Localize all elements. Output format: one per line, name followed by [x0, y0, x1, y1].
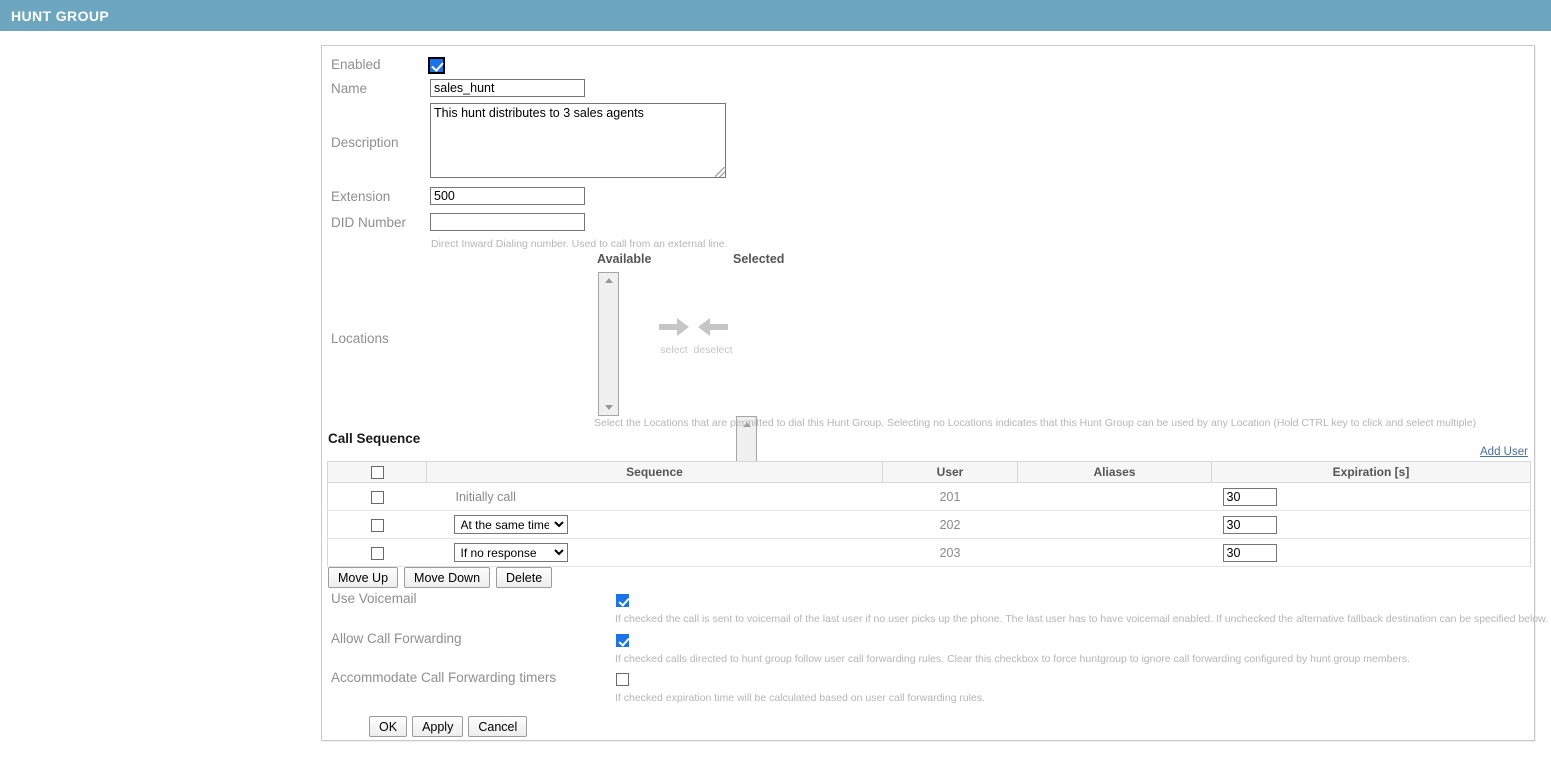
- row-user-cell: 203: [882, 538, 1018, 567]
- row-expiration-cell: [1211, 510, 1531, 539]
- header-aliases: Aliases: [1017, 461, 1212, 483]
- description-wrapper: This hunt distributes to 3 sales agents: [430, 103, 726, 178]
- row-sequence-cell: At the same time: [426, 510, 883, 539]
- description-label: Description: [331, 135, 399, 150]
- extension-label: Extension: [331, 189, 391, 204]
- row-select-cell: [327, 538, 427, 567]
- row-aliases-cell: [1017, 538, 1212, 567]
- locations-label: Locations: [331, 331, 389, 346]
- table-header-row: Sequence User Aliases Expiration [s]: [327, 461, 1531, 483]
- deselect-caption: deselect: [693, 344, 733, 356]
- window-titlebar: HUNT GROUP: [0, 0, 1551, 31]
- row-sequence-cell: If no response: [426, 538, 883, 567]
- move-up-button[interactable]: Move Up: [328, 567, 399, 588]
- locations-help: Select the Locations that are permitted …: [594, 417, 1477, 429]
- extension-input[interactable]: [430, 187, 585, 205]
- accommodate-cf-timers-checkbox[interactable]: [616, 671, 629, 689]
- enabled-label: Enabled: [331, 57, 381, 72]
- available-locations-listbox[interactable]: [598, 272, 619, 416]
- name-label: Name: [331, 81, 368, 96]
- apply-button[interactable]: Apply: [412, 716, 464, 737]
- row-select-cell: [327, 510, 427, 539]
- allow-call-forwarding-help: If checked calls directed to hunt group …: [615, 653, 1410, 665]
- table-row: If no response 203: [327, 538, 1531, 567]
- use-voicemail-label: Use Voicemail: [331, 591, 417, 606]
- header-sequence: Sequence: [426, 461, 883, 483]
- footer-buttons: OK Apply Cancel: [369, 716, 528, 737]
- did-number-help: Direct Inward Dialing number. Used to ca…: [431, 238, 728, 250]
- header-select-all: [327, 461, 427, 483]
- deselect-button[interactable]: deselect: [692, 314, 734, 356]
- textarea-resize-handle[interactable]: [715, 167, 725, 177]
- select-all-checkbox[interactable]: [370, 466, 384, 480]
- use-voicemail-checkbox-box: [616, 594, 629, 608]
- delete-button[interactable]: Delete: [496, 567, 553, 588]
- arrow-right-icon: [653, 314, 695, 345]
- row-select-cell: [327, 482, 427, 511]
- select-button[interactable]: select: [653, 314, 695, 356]
- did-number-label: DID Number: [331, 215, 407, 230]
- accommodate-cf-timers-checkbox-box: [616, 673, 629, 687]
- call-sequence-table: Sequence User Aliases Expiration [s] Ini…: [327, 461, 1531, 567]
- table-row: At the same time 202: [327, 510, 1531, 539]
- use-voicemail-help: If checked the call is sent to voicemail…: [615, 613, 1549, 625]
- accommodate-cf-timers-help: If checked expiration time will be calcu…: [615, 692, 986, 704]
- sequence-select[interactable]: If no response: [453, 543, 568, 562]
- arrow-left-icon: [692, 314, 734, 345]
- row-user-cell: 201: [882, 482, 1018, 511]
- table-row: Initially call 201: [327, 482, 1531, 511]
- allow-call-forwarding-checkbox[interactable]: [616, 632, 629, 650]
- scroll-up-icon[interactable]: [604, 278, 613, 283]
- header-expiration: Expiration [s]: [1211, 461, 1531, 483]
- hunt-group-form-panel: Enabled Name Description This hunt distr…: [321, 45, 1548, 741]
- row-checkbox[interactable]: [370, 518, 384, 532]
- row-checkbox[interactable]: [370, 546, 384, 560]
- row-checkbox[interactable]: [370, 490, 384, 504]
- accommodate-cf-timers-label: Accommodate Call Forwarding timers: [331, 670, 557, 685]
- move-down-button[interactable]: Move Down: [404, 567, 491, 588]
- table-action-buttons: Move Up Move Down Delete: [328, 567, 553, 588]
- ok-button[interactable]: OK: [369, 716, 408, 737]
- call-sequence-table-wrapper: Sequence User Aliases Expiration [s] Ini…: [327, 461, 1531, 567]
- enabled-checkbox-box: [428, 57, 445, 75]
- sequence-select[interactable]: At the same time: [453, 515, 568, 534]
- enabled-checkbox[interactable]: [428, 57, 445, 75]
- row-sequence-cell: Initially call: [426, 482, 883, 511]
- did-number-input[interactable]: [430, 213, 585, 231]
- cancel-button[interactable]: Cancel: [468, 716, 528, 737]
- expiration-input[interactable]: [1222, 487, 1277, 506]
- use-voicemail-checkbox[interactable]: [616, 592, 629, 610]
- name-input[interactable]: [430, 79, 585, 97]
- available-column-label: Available: [597, 252, 652, 266]
- select-caption: select: [660, 344, 688, 356]
- description-textarea[interactable]: This hunt distributes to 3 sales agents: [430, 103, 726, 178]
- page-title: HUNT GROUP: [11, 7, 110, 24]
- row-expiration-cell: [1211, 482, 1531, 511]
- allow-call-forwarding-label: Allow Call Forwarding: [331, 631, 462, 646]
- row-aliases-cell: [1017, 482, 1212, 511]
- expiration-input[interactable]: [1222, 515, 1277, 534]
- selected-column-label: Selected: [733, 252, 785, 266]
- scroll-down-icon[interactable]: [604, 405, 613, 410]
- row-aliases-cell: [1017, 510, 1212, 539]
- add-user-link[interactable]: Add User: [1480, 446, 1528, 458]
- allow-call-forwarding-checkbox-box: [616, 634, 629, 648]
- app-root: HUNT GROUP Enabled Name Description This…: [0, 0, 1551, 757]
- sequence-static-text: Initially call: [455, 489, 516, 504]
- header-user: User: [882, 461, 1018, 483]
- call-sequence-title: Call Sequence: [328, 431, 421, 446]
- expiration-input[interactable]: [1222, 543, 1277, 562]
- row-expiration-cell: [1211, 538, 1531, 567]
- row-user-cell: 202: [882, 510, 1018, 539]
